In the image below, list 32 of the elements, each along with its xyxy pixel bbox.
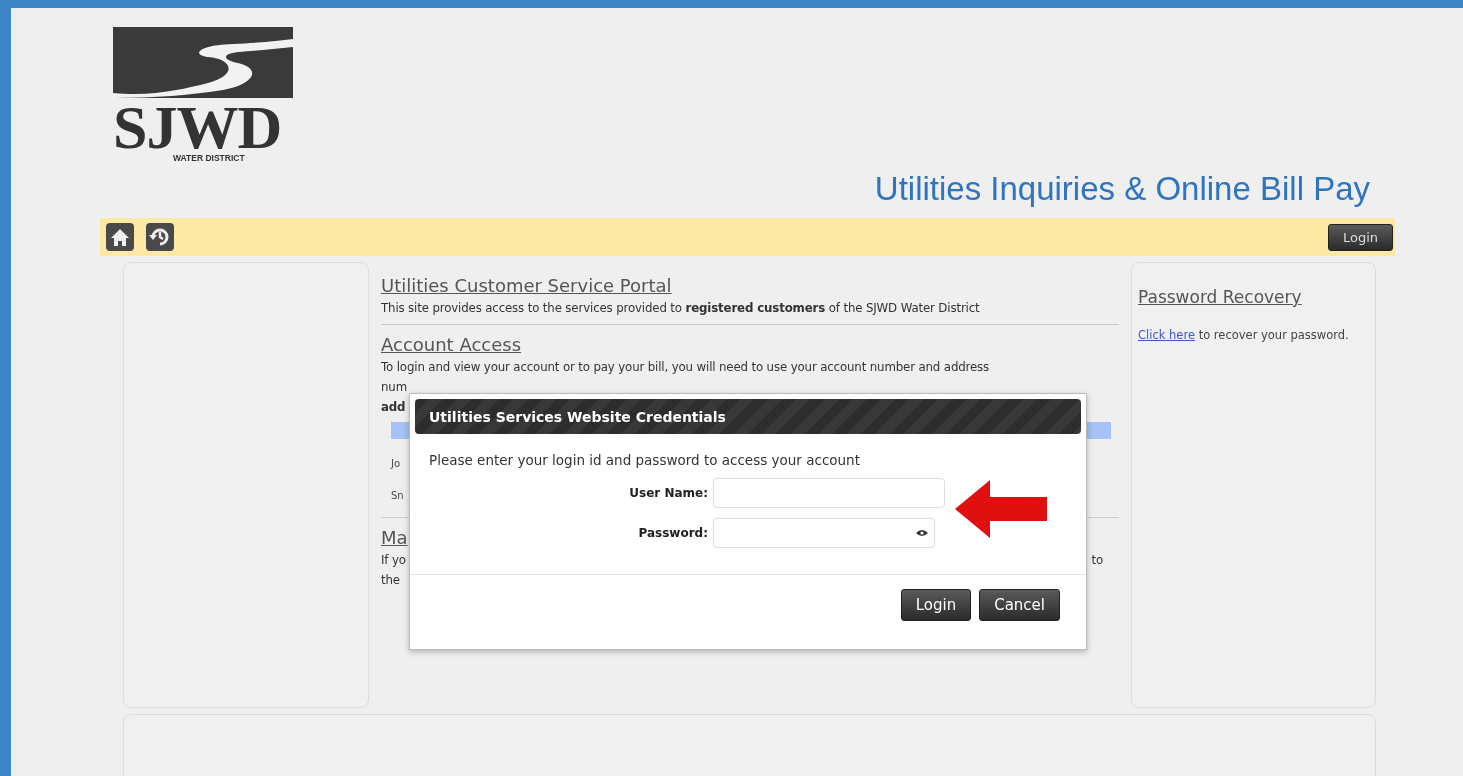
cancel-button[interactable]: Cancel	[979, 589, 1060, 621]
paragraph: If yo	[381, 552, 406, 569]
section-heading: Utilities Customer Service Portal	[381, 274, 672, 298]
section-heading: Ma	[381, 526, 408, 550]
home-icon[interactable]	[106, 223, 134, 251]
arrow-icon	[955, 480, 1047, 538]
table-cell: Jo	[391, 457, 401, 469]
section-heading: Password Recovery	[1138, 287, 1303, 307]
paragraph: to	[1091, 552, 1103, 569]
paragraph: the	[381, 572, 400, 589]
section-heading: Account Access	[381, 333, 522, 357]
login-button[interactable]: Login	[900, 589, 972, 621]
dialog-prompt: Please enter your login id and password to access your account	[429, 452, 861, 468]
logo-subtitle: WATER DISTRICT	[173, 153, 245, 163]
dialog-title: Utilities Services Website Credentials	[429, 408, 726, 425]
eye-icon[interactable]	[916, 529, 928, 537]
field-label: Password:	[637, 526, 709, 540]
logo-icon	[113, 27, 293, 98]
recover-link[interactable]: Click here	[1138, 328, 1195, 342]
paragraph: This site provides access to the services provided to registered customers of the SJWD Water District	[381, 300, 980, 317]
password-field[interactable]	[713, 518, 935, 548]
paragraph: add	[381, 399, 406, 416]
table-cell: Sn	[391, 489, 404, 501]
page-title: Utilities Inquiries & Online Bill Pay	[874, 170, 1370, 208]
username-field[interactable]	[713, 478, 945, 508]
history-icon[interactable]	[146, 223, 174, 251]
logo-text: SJWD	[113, 98, 282, 156]
field-label: User Name:	[628, 486, 709, 500]
paragraph: To login and view your account or to pay your bill, you will need to use your account number and address	[381, 359, 990, 376]
paragraph: num	[381, 379, 407, 396]
login-button[interactable]: Login	[1327, 223, 1393, 251]
recover-text: to recover your password.	[1197, 328, 1349, 342]
